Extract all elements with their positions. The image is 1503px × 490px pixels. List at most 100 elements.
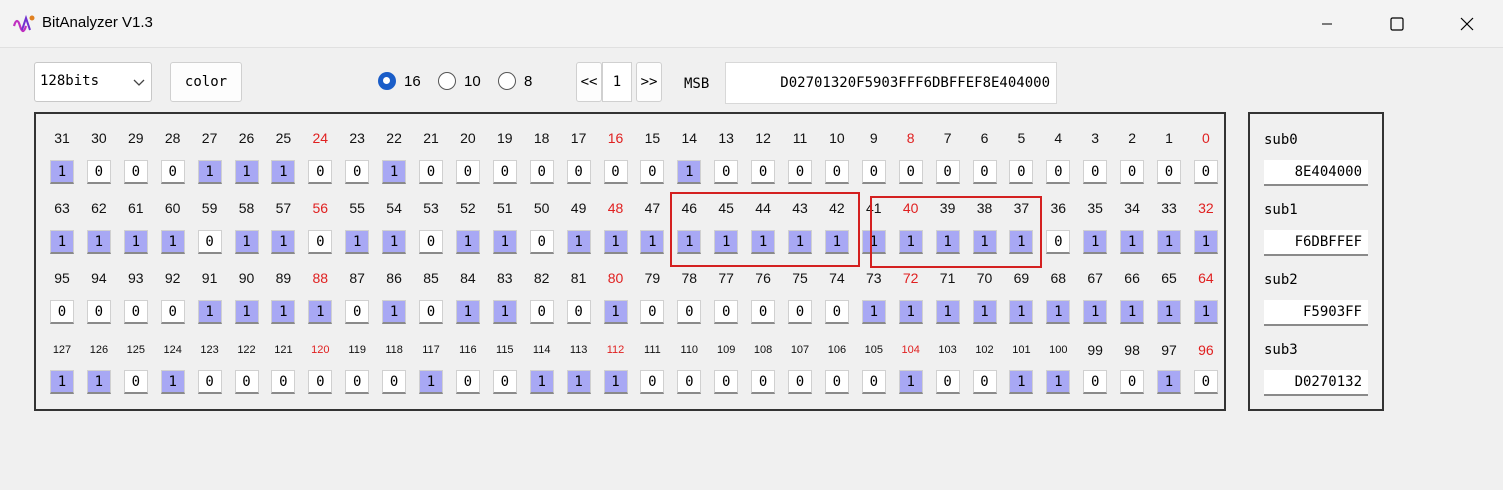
bit-cell[interactable]: 0 xyxy=(1157,160,1181,184)
bit-cell[interactable]: 1 xyxy=(566,370,591,394)
bit-cell[interactable]: 0 xyxy=(123,300,148,324)
bit-cell[interactable]: 0 xyxy=(308,160,333,184)
minimize-button[interactable] xyxy=(1304,0,1350,48)
bit-cell[interactable]: 1 xyxy=(1157,230,1181,254)
bit-cell[interactable]: 0 xyxy=(86,160,111,184)
bit-cell[interactable]: 1 xyxy=(1193,300,1218,324)
bit-cell[interactable]: 0 xyxy=(197,370,222,394)
bit-cell[interactable]: 0 xyxy=(751,300,776,324)
bit-cell[interactable]: 1 xyxy=(419,370,443,394)
bit-cell[interactable]: 0 xyxy=(677,300,702,324)
bit-cell[interactable]: 1 xyxy=(50,230,74,254)
bit-cell[interactable]: 0 xyxy=(861,370,886,394)
bit-cell[interactable]: 0 xyxy=(1046,230,1071,254)
bit-cell[interactable]: 0 xyxy=(308,370,333,394)
bit-cell[interactable]: 0 xyxy=(935,160,960,184)
radix-10-radio[interactable]: 10 xyxy=(438,72,481,90)
page-number-field[interactable]: 1 xyxy=(602,62,632,102)
bit-cell[interactable]: 0 xyxy=(677,370,702,394)
bit-cell[interactable]: 0 xyxy=(1193,370,1218,394)
bit-cell[interactable]: 1 xyxy=(160,230,185,254)
bit-cell[interactable]: 0 xyxy=(788,160,812,184)
bit-cell[interactable]: 0 xyxy=(972,370,997,394)
bit-cell[interactable]: 0 xyxy=(603,160,628,184)
bit-cell[interactable]: 0 xyxy=(234,370,259,394)
bit-cell[interactable]: 1 xyxy=(603,230,628,254)
bit-cell[interactable]: 1 xyxy=(50,370,74,394)
bit-cell[interactable]: 0 xyxy=(197,230,222,254)
radix-8-radio[interactable]: 8 xyxy=(498,72,532,90)
bit-cell[interactable]: 1 xyxy=(271,160,296,184)
bit-cell[interactable]: 1 xyxy=(271,300,296,324)
bit-cell[interactable]: 0 xyxy=(935,370,960,394)
bit-cell[interactable]: 0 xyxy=(1120,160,1145,184)
maximize-button[interactable] xyxy=(1374,0,1420,48)
bit-cell[interactable]: 1 xyxy=(1120,300,1145,324)
bit-cell[interactable]: 1 xyxy=(1193,230,1218,254)
bit-cell[interactable]: 1 xyxy=(86,370,111,394)
bit-cell[interactable]: 0 xyxy=(788,300,812,324)
bit-cell[interactable]: 0 xyxy=(382,370,407,394)
sub3-field[interactable]: D0270132 xyxy=(1264,370,1368,396)
bit-cell[interactable]: 0 xyxy=(751,160,776,184)
bit-cell[interactable]: 1 xyxy=(1009,370,1034,394)
sub2-field[interactable]: F5903FF xyxy=(1264,300,1368,326)
bit-cell[interactable]: 0 xyxy=(86,300,111,324)
bit-cell[interactable]: 0 xyxy=(419,300,443,324)
bit-cell[interactable]: 0 xyxy=(640,370,665,394)
bit-cell[interactable]: 0 xyxy=(419,160,443,184)
bit-cell[interactable]: 1 xyxy=(640,230,665,254)
bit-cell[interactable]: 1 xyxy=(234,230,259,254)
next-page-button[interactable]: >> xyxy=(636,62,662,102)
bit-cell[interactable]: 1 xyxy=(898,300,923,324)
bit-cell[interactable]: 0 xyxy=(50,300,74,324)
bit-cell[interactable]: 1 xyxy=(529,370,554,394)
bit-cell[interactable]: 0 xyxy=(455,160,480,184)
bit-cell[interactable]: 0 xyxy=(419,230,443,254)
bit-cell[interactable]: 0 xyxy=(345,300,370,324)
bit-cell[interactable]: 1 xyxy=(1046,370,1071,394)
bit-cell[interactable]: 1 xyxy=(271,230,296,254)
bit-cell[interactable]: 1 xyxy=(345,230,370,254)
bit-cell[interactable]: 0 xyxy=(492,370,517,394)
bit-cell[interactable]: 0 xyxy=(1120,370,1145,394)
bit-cell[interactable]: 0 xyxy=(788,370,812,394)
bit-cell[interactable]: 1 xyxy=(898,370,923,394)
bit-cell[interactable]: 0 xyxy=(566,300,591,324)
bit-cell[interactable]: 1 xyxy=(492,230,517,254)
bit-cell[interactable]: 0 xyxy=(1046,160,1071,184)
bit-width-select[interactable]: 128bits xyxy=(34,62,152,102)
bit-cell[interactable]: 1 xyxy=(603,370,628,394)
bit-cell[interactable]: 1 xyxy=(308,300,333,324)
color-button[interactable]: color xyxy=(170,62,242,102)
bit-cell[interactable]: 1 xyxy=(603,300,628,324)
bit-cell[interactable]: 0 xyxy=(824,300,849,324)
bit-cell[interactable]: 0 xyxy=(824,370,849,394)
bit-cell[interactable]: 1 xyxy=(382,300,407,324)
prev-page-button[interactable]: << xyxy=(576,62,602,102)
bit-cell[interactable]: 0 xyxy=(271,370,296,394)
bit-cell[interactable]: 0 xyxy=(714,370,739,394)
bit-cell[interactable]: 1 xyxy=(1120,230,1145,254)
bit-cell[interactable]: 1 xyxy=(197,300,222,324)
bit-cell[interactable]: 1 xyxy=(861,300,886,324)
bit-cell[interactable]: 0 xyxy=(1193,160,1218,184)
bit-cell[interactable]: 0 xyxy=(160,300,185,324)
bit-cell[interactable]: 0 xyxy=(1083,160,1108,184)
bit-cell[interactable]: 1 xyxy=(123,230,148,254)
bit-cell[interactable]: 0 xyxy=(640,300,665,324)
bit-cell[interactable]: 1 xyxy=(50,160,74,184)
bit-cell[interactable]: 1 xyxy=(972,300,997,324)
bit-cell[interactable]: 0 xyxy=(1083,370,1108,394)
bit-cell[interactable]: 0 xyxy=(529,230,554,254)
bit-cell[interactable]: 0 xyxy=(160,160,185,184)
bit-cell[interactable]: 0 xyxy=(123,370,148,394)
bit-cell[interactable]: 0 xyxy=(861,160,886,184)
sub0-field[interactable]: 8E404000 xyxy=(1264,160,1368,186)
bit-cell[interactable]: 1 xyxy=(382,160,407,184)
bit-cell[interactable]: 0 xyxy=(566,160,591,184)
bit-cell[interactable]: 1 xyxy=(935,300,960,324)
bit-cell[interactable]: 1 xyxy=(1157,370,1181,394)
sub1-field[interactable]: F6DBFFEF xyxy=(1264,230,1368,256)
bit-cell[interactable]: 1 xyxy=(455,230,480,254)
